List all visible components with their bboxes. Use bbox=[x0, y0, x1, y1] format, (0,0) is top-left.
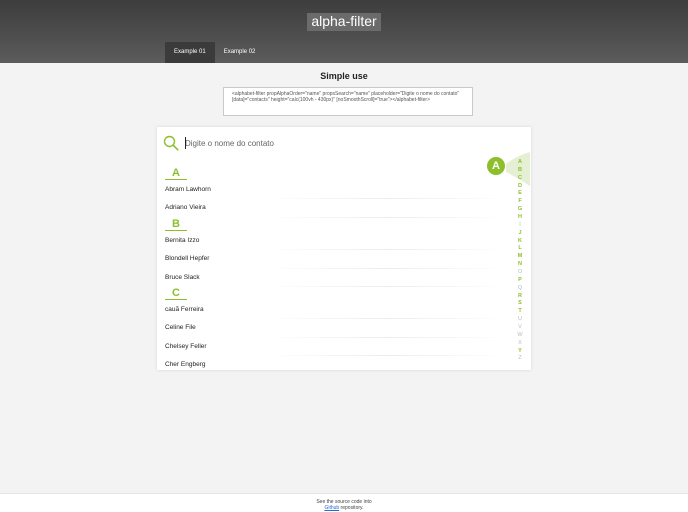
alphabet-letter-z: Z bbox=[518, 355, 522, 362]
contact-name: Chelsey Feller bbox=[165, 342, 207, 350]
footer: See the source code into Github reposito… bbox=[0, 493, 688, 512]
alphabet-letter-o: O bbox=[517, 269, 523, 276]
active-letter-badge: A bbox=[487, 157, 505, 175]
contact-item[interactable]: Bruce Slack bbox=[165, 269, 510, 287]
alphabet-letter-b[interactable]: B bbox=[515, 166, 525, 174]
contact-item[interactable]: Celine File bbox=[165, 319, 510, 338]
tab-example-02[interactable]: Example 02 bbox=[215, 42, 265, 63]
contact-item[interactable]: Cher Engberg bbox=[165, 356, 510, 370]
contact-item[interactable]: Blondell Hepfer bbox=[165, 250, 510, 269]
alphabet-letter-m[interactable]: M bbox=[515, 252, 525, 260]
alphabet-letter-d[interactable]: D bbox=[515, 182, 525, 190]
app-title: alpha-filter bbox=[0, 13, 688, 31]
alphabet-letter-e[interactable]: E bbox=[515, 189, 525, 197]
alphabet-letter-k[interactable]: K bbox=[515, 237, 525, 245]
tab-bar: Example 01 Example 02 bbox=[165, 42, 264, 63]
page-title: Simple use bbox=[320, 71, 368, 81]
alphabet-letter-h[interactable]: H bbox=[515, 213, 525, 221]
alphabet-index: ABCDEFGHIJKLMNOPQRSTUVWXYZ bbox=[515, 158, 525, 362]
alphabet-letter-f[interactable]: F bbox=[515, 197, 525, 205]
footer-suffix: repository. bbox=[339, 505, 364, 511]
group-underline bbox=[165, 179, 187, 180]
contact-item[interactable]: Abram Lawhorn bbox=[165, 181, 510, 200]
contact-item[interactable]: cauã Ferreira bbox=[165, 301, 510, 320]
search-input[interactable] bbox=[185, 136, 485, 150]
group-underline bbox=[165, 298, 187, 300]
contact-name: Bruce Slack bbox=[165, 273, 200, 281]
alphabet-letter-t[interactable]: T bbox=[515, 307, 525, 315]
footer-line2: Github repository. bbox=[0, 505, 688, 511]
search-bar bbox=[157, 127, 531, 159]
contact-name: Blondell Hepfer bbox=[165, 255, 210, 263]
app-title-text: alpha-filter bbox=[307, 13, 381, 31]
alphabet-letter-v: V bbox=[518, 324, 522, 331]
group-header-a: A bbox=[165, 167, 510, 181]
group-letter: B bbox=[172, 217, 180, 230]
search-icon bbox=[163, 135, 179, 151]
contact-name: Celine File bbox=[165, 324, 196, 332]
contact-name: cauã Ferreira bbox=[165, 305, 204, 313]
contact-item[interactable]: Bernita Izzo bbox=[165, 232, 510, 251]
contact-name: Bernita Izzo bbox=[165, 236, 200, 244]
alphabet-letter-y[interactable]: Y bbox=[515, 347, 525, 355]
alphabet-letter-w: W bbox=[517, 331, 523, 338]
app-header: alpha-filter Example 01 Example 02 bbox=[0, 0, 688, 63]
alphabet-letter-g[interactable]: G bbox=[515, 205, 525, 213]
group-letter: C bbox=[172, 286, 180, 299]
contact-list: A Abram Lawhorn Adriano Vieira B Bernita Izz… bbox=[165, 167, 510, 370]
alphabet-letter-q: Q bbox=[517, 284, 523, 291]
alphabet-letter-r[interactable]: R bbox=[515, 292, 525, 300]
alphabet-letter-a[interactable]: A bbox=[515, 158, 525, 166]
alphabet-letter-n[interactable]: N bbox=[515, 260, 525, 268]
code-snippet: <alphabet-filter propAlphaOrder="name" p… bbox=[223, 87, 473, 116]
contact-name: Abram Lawhorn bbox=[165, 186, 211, 193]
alpha-filter-card: A Abram Lawhorn Adriano Vieira B Bernita Izz… bbox=[157, 127, 531, 370]
group-underline bbox=[165, 229, 187, 231]
tab-example-01[interactable]: Example 01 bbox=[165, 42, 215, 63]
alphabet-letter-p[interactable]: P bbox=[515, 276, 525, 284]
contact-item[interactable]: Chelsey Feller bbox=[165, 338, 510, 357]
alphabet-letter-j[interactable]: J bbox=[515, 229, 525, 237]
group-header-b: B bbox=[165, 218, 510, 232]
contact-name: Cher Engberg bbox=[165, 361, 206, 369]
alphabet-letter-l[interactable]: L bbox=[515, 244, 525, 252]
group-letter: A bbox=[172, 167, 180, 179]
alphabet-letter-u: U bbox=[518, 316, 522, 323]
alphabet-letter-x: X bbox=[518, 339, 522, 346]
group-header-c: C bbox=[165, 287, 510, 301]
github-link[interactable]: Github bbox=[324, 505, 339, 511]
text-caret bbox=[185, 137, 186, 149]
contact-item[interactable]: Adriano Vieira bbox=[165, 199, 510, 218]
alphabet-letter-s[interactable]: S bbox=[515, 299, 525, 307]
alphabet-letter-c[interactable]: C bbox=[515, 174, 525, 182]
alphabet-letter-i: I bbox=[519, 221, 521, 228]
contact-name: Adriano Vieira bbox=[165, 204, 206, 212]
